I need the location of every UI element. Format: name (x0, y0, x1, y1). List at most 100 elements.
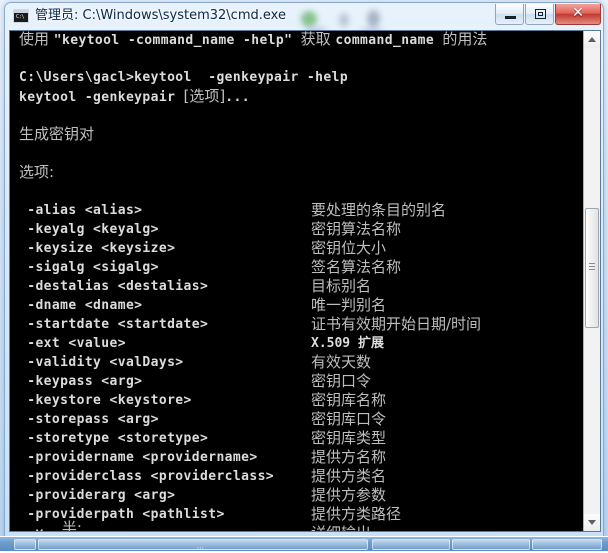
scroll-thumb-grip-icon (589, 263, 595, 270)
taskbar-item-4[interactable] (532, 539, 602, 550)
console-option-name: -providerclass <providerclass> (19, 467, 311, 486)
maximize-button[interactable] (525, 4, 554, 25)
console-option-row: -providerarg <arg>提供方参数 (19, 486, 583, 505)
console-option-row: -sigalg <sigalg>签名算法名称 (19, 258, 583, 277)
console-line-segment: keytool -genkeypair (19, 90, 184, 105)
console-option-row: -storepass <arg>密钥库口令 (19, 410, 583, 429)
console-line-segment: command_name (335, 33, 442, 48)
console-option-description: 提供方类路径 (311, 505, 401, 524)
console-option-description: 密钥库口令 (311, 410, 386, 429)
console-line-segment: 的用法 (442, 31, 487, 48)
close-icon: ✕ (556, 4, 600, 24)
console-option-row: -dname <dname>唯一判别名 (19, 296, 583, 315)
console-option-description: 密钥库名称 (311, 391, 386, 410)
console-option-description: 证书有效期开始日期/时间 (311, 315, 481, 334)
maximize-icon (535, 9, 546, 19)
scroll-up-arrow-icon (588, 37, 596, 42)
console-option-row: -alias <alias>要处理的条目的别名 (19, 201, 583, 220)
console-option-name: -startdate <startdate> (19, 315, 311, 334)
console-lines: 使用 "keytool -command_name -help" 获取 comm… (19, 31, 583, 531)
console-option-name: -dname <dname> (19, 296, 311, 315)
console-blank-line (19, 144, 583, 163)
console-option-name: -sigalg <sigalg> (19, 258, 311, 277)
console-line-segment: 获取 (301, 31, 336, 48)
console-option-name: -providername <providername> (19, 448, 311, 467)
window-titlebar[interactable]: C:\ 管理员: C:\Windows\system32\cmd.exe ✕ (5, 3, 603, 30)
glass-blur-blob-grey-2 (367, 10, 380, 27)
console-option-description: 密钥算法名称 (311, 220, 401, 239)
window-title: 管理员: C:\Windows\system32\cmd.exe (35, 7, 286, 25)
console-option-name: -keyalg <keyalg> (19, 220, 311, 239)
cmd-icon-prompt-glyph: C:\ (16, 15, 24, 20)
console-option-row: -startdate <startdate>证书有效期开始日期/时间 (19, 315, 583, 334)
console-option-row: -keyalg <keyalg>密钥算法名称 (19, 220, 583, 239)
minimize-icon (505, 16, 516, 19)
console-option-row: -ext <value>X.509 扩展 (19, 334, 583, 353)
taskbar-item-1[interactable]: ··· (38, 539, 368, 550)
console-option-description: 唯一判别名 (311, 296, 386, 315)
glass-blur-blob-green (301, 11, 317, 27)
scrollbar-track[interactable] (584, 48, 600, 514)
console-line-segment: [选项] (184, 87, 226, 105)
console-option-name: -providerarg <arg> (19, 486, 311, 505)
console-option-description: 要处理的条目的别名 (311, 201, 446, 220)
console-option-description: 签名算法名称 (311, 258, 401, 277)
taskbar-item-3[interactable] (452, 539, 530, 550)
taskbar[interactable]: ··· (0, 536, 608, 551)
console-option-row: -validity <valDays>有效天数 (19, 353, 583, 372)
console-option-name: -storepass <arg> (19, 410, 311, 429)
console-line-segment: "keytool -command_name -help" (54, 33, 301, 48)
console-line-segment: 使用 (19, 31, 54, 48)
close-button[interactable]: ✕ (555, 4, 601, 25)
console-option-description: X.509 扩展 (311, 334, 384, 353)
console-option-name: -keypass <arg> (19, 372, 311, 391)
taskbar-overflow-dots-icon: ··· (196, 545, 204, 553)
console-option-name: -keystore <keystore> (19, 391, 311, 410)
console-option-row: -keysize <keysize>密钥位大小 (19, 239, 583, 258)
console-text-surface[interactable]: 使用 "keytool -command_name -help" 获取 comm… (10, 31, 583, 531)
console-client-area: 使用 "keytool -command_name -help" 获取 comm… (9, 30, 601, 532)
cmd-window: C:\ 管理员: C:\Windows\system32\cmd.exe ✕ 使… (4, 2, 604, 539)
console-text-line: keytool -genkeypair [选项]... (19, 87, 583, 106)
console-option-name: -storetype <storetype> (19, 429, 311, 448)
console-text-line: 使用 "keytool -command_name -help" 获取 comm… (19, 31, 583, 49)
scroll-down-arrow[interactable] (584, 514, 600, 531)
scroll-thumb[interactable] (585, 208, 599, 328)
console-blank-line (19, 106, 583, 125)
console-option-name: -alias <alias> (19, 201, 311, 220)
console-option-name: -ext <value> (19, 334, 311, 353)
console-option-row: -storetype <storetype>密钥库类型 (19, 429, 583, 448)
console-text-line: 生成密钥对 (19, 125, 583, 144)
console-option-description: 提供方名称 (311, 448, 386, 467)
console-vertical-scrollbar[interactable] (583, 31, 600, 531)
scroll-up-arrow[interactable] (584, 31, 600, 48)
console-option-description: 密钥口令 (311, 372, 371, 391)
console-line-segment: ... (225, 90, 250, 105)
console-command-line: C:\Users\gacl>keytool -genkeypair -help (19, 68, 583, 87)
console-blank-line (19, 49, 583, 68)
console-option-name: -keysize <keysize> (19, 239, 311, 258)
window-controls: ✕ (494, 4, 601, 25)
console-blank-line (19, 182, 583, 201)
console-clipped-line: 半: (19, 517, 82, 531)
console-option-description: 提供方类名 (311, 467, 386, 486)
cmd-console-icon[interactable]: C:\ (13, 9, 29, 23)
console-option-description: 目标别名 (311, 277, 371, 296)
console-option-row: -providername <providername>提供方名称 (19, 448, 583, 467)
console-option-description: 详细输出 (311, 524, 371, 531)
console-option-description: 有效天数 (311, 353, 371, 372)
taskbar-start-area[interactable] (14, 539, 36, 550)
console-option-row: -keystore <keystore>密钥库名称 (19, 391, 583, 410)
scroll-down-arrow-icon (588, 520, 596, 525)
console-option-row: -v详细输出 (19, 524, 583, 531)
console-option-row: -keypass <arg>密钥口令 (19, 372, 583, 391)
console-option-row: -destalias <destalias>目标别名 (19, 277, 583, 296)
cmd-icon-titlebar-stripe (14, 10, 28, 13)
console-option-row: -providerclass <providerclass>提供方类名 (19, 467, 583, 486)
minimize-button[interactable] (495, 4, 524, 25)
console-option-name: -validity <valDays> (19, 353, 311, 372)
taskbar-item-2[interactable] (372, 539, 450, 550)
glass-blur-blob-grey-1 (339, 13, 349, 27)
console-text-line: 选项: (19, 163, 583, 182)
console-option-description: 提供方参数 (311, 486, 386, 505)
